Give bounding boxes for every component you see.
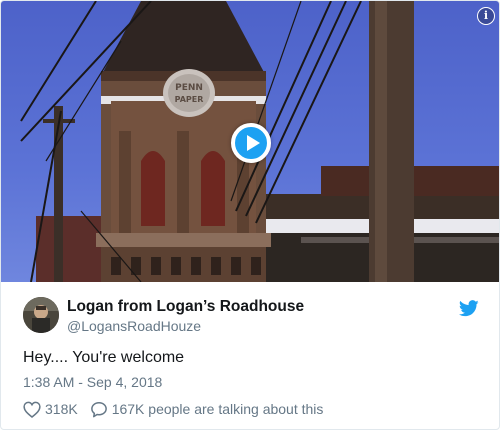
reply-button[interactable]: 167K people are talking about this	[90, 401, 324, 418]
video-thumbnail[interactable]: PENN PAPER i	[1, 1, 499, 282]
conversation-count: 167K people are talking about this	[111, 401, 324, 417]
twitter-bird-icon[interactable]	[458, 300, 479, 317]
info-icon[interactable]: i	[477, 7, 495, 25]
sign-text-line1: PENN	[175, 83, 203, 93]
play-icon	[247, 135, 260, 151]
user-handle[interactable]: @LogansRoadHouze	[67, 318, 201, 334]
tweet-actions: 318K 167K people are talking about this	[23, 400, 323, 418]
like-count: 318K	[45, 401, 78, 417]
tweet-text: Hey.... You're welcome	[23, 349, 185, 366]
avatar[interactable]	[23, 297, 59, 333]
like-button[interactable]: 318K	[23, 401, 78, 418]
sign-text-line2: PAPER	[175, 95, 204, 104]
play-button[interactable]	[231, 123, 271, 163]
display-name[interactable]: Logan from Logan’s Roadhouse	[67, 298, 304, 316]
heart-icon	[23, 401, 41, 418]
embedded-tweet-card: PENN PAPER i Logan from Logan’s Roadhous…	[0, 0, 500, 430]
speech-bubble-icon	[90, 401, 107, 417]
avatar-image	[23, 297, 59, 333]
tweet-timestamp[interactable]: 1:38 AM - Sep 4, 2018	[23, 374, 162, 390]
